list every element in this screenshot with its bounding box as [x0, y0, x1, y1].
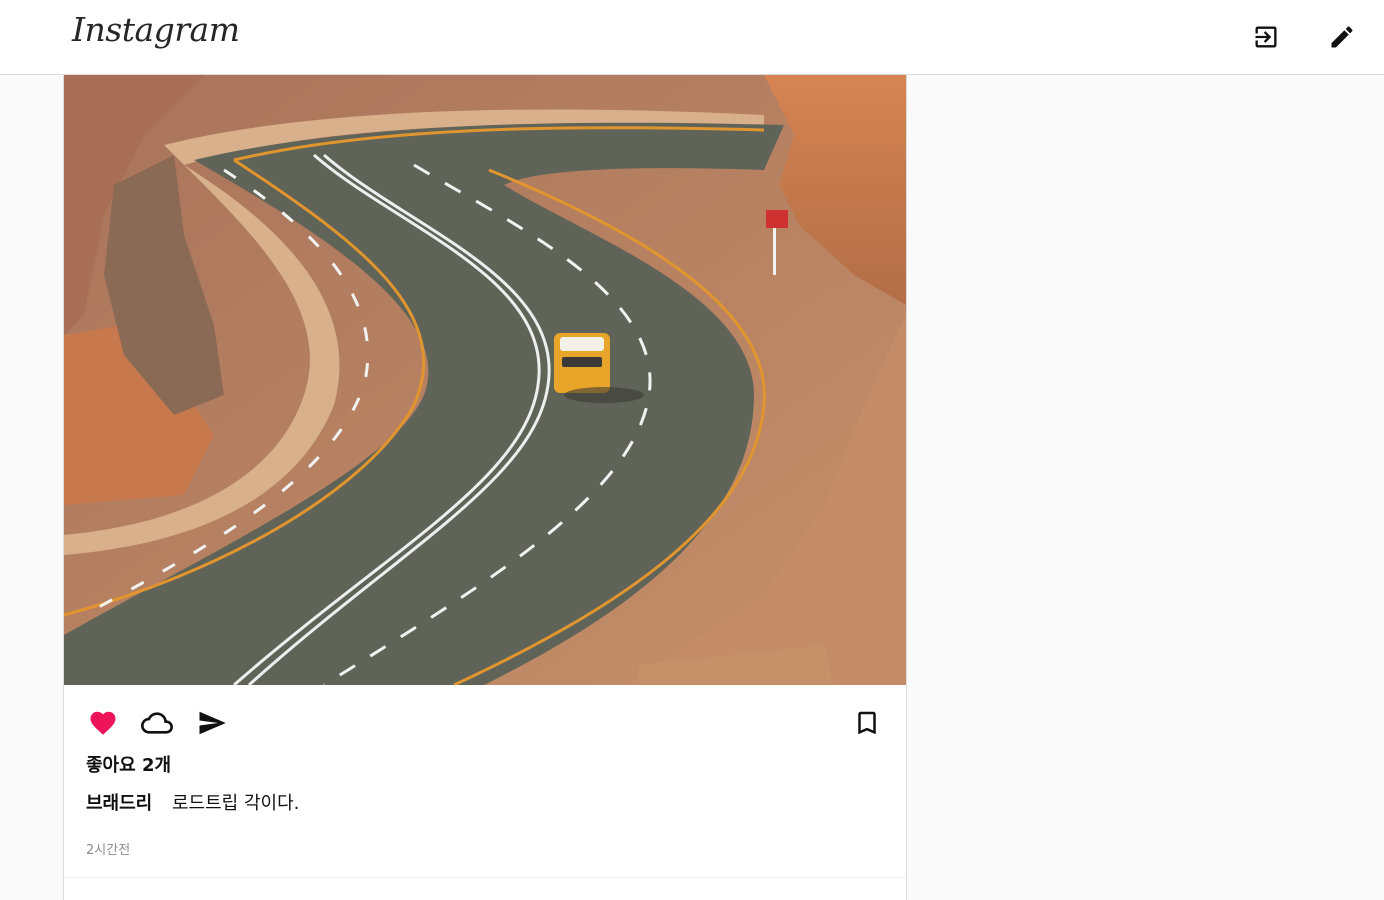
caption-text: 로드트립 각이다.	[171, 793, 300, 814]
divider	[64, 877, 906, 878]
edit-button[interactable]	[1327, 22, 1357, 52]
send-icon	[199, 711, 226, 735]
bookmark-icon	[858, 711, 876, 735]
bookmark-button[interactable]	[850, 707, 884, 739]
login-icon	[1255, 26, 1277, 48]
likes-count: 좋아요 2개	[86, 755, 172, 776]
author-username[interactable]: 브래드리	[86, 793, 152, 814]
comment-button[interactable]	[140, 707, 174, 739]
heart-icon	[90, 711, 116, 735]
login-button[interactable]	[1251, 22, 1281, 52]
like-button[interactable]	[86, 707, 120, 739]
cloud-icon	[141, 712, 173, 734]
post-card: 좋아요 2개 브래드리 로드트립 각이다. 2시간전	[63, 75, 907, 900]
top-nav-bar: Instagram	[0, 0, 1384, 75]
road-photo	[64, 75, 906, 685]
pencil-icon	[1331, 26, 1353, 48]
instagram-logo[interactable]: Instagram	[72, 10, 240, 49]
share-button[interactable]	[195, 707, 229, 739]
post-timestamp: 2시간전	[86, 843, 131, 858]
post-actions	[64, 707, 906, 739]
post-image	[64, 75, 906, 685]
post-caption: 브래드리 로드트립 각이다.	[86, 789, 299, 815]
